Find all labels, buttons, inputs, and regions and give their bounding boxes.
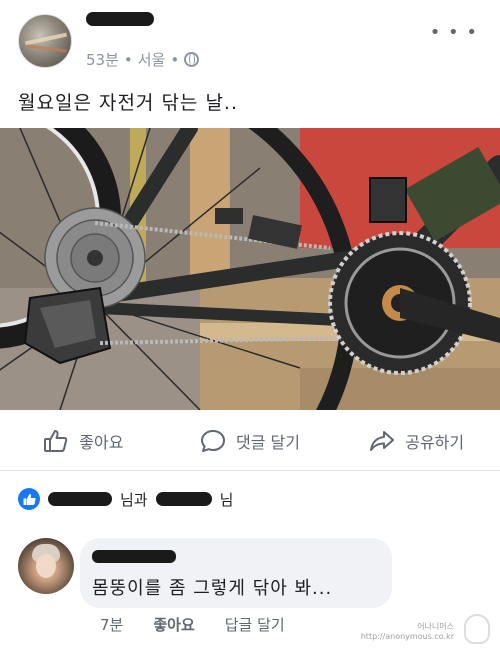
author-avatar[interactable] bbox=[18, 14, 72, 68]
comment-reply-link[interactable]: 답글 달기 bbox=[225, 614, 285, 635]
more-horizontal-icon[interactable]: • • • bbox=[430, 22, 478, 43]
thumbs-up-icon bbox=[44, 430, 68, 452]
post-time[interactable]: 53분 bbox=[86, 49, 119, 70]
post-text: 월요일은 자전거 닦는 날.. bbox=[18, 92, 238, 114]
meta-separator: • bbox=[170, 50, 180, 69]
reactor-suffix-2: 님 bbox=[219, 490, 234, 509]
reactor-name-redacted[interactable] bbox=[48, 492, 112, 506]
share-label: 공유하기 bbox=[405, 433, 465, 452]
meta-separator: • bbox=[123, 50, 133, 69]
comment-like-link[interactable]: 좋아요 bbox=[153, 614, 194, 635]
watermark-line1: 어나니머스 bbox=[417, 622, 454, 631]
share-button[interactable]: 공유하기 bbox=[333, 416, 500, 466]
share-arrow-icon bbox=[370, 431, 395, 451]
like-reaction-icon bbox=[18, 488, 40, 510]
post-location[interactable]: 서울 bbox=[138, 49, 166, 70]
comment-label: 댓글 달기 bbox=[236, 433, 300, 452]
commenter-avatar[interactable] bbox=[18, 538, 74, 594]
comment-button[interactable]: 댓글 달기 bbox=[167, 416, 334, 466]
divider bbox=[0, 470, 500, 471]
globe-icon bbox=[184, 52, 200, 67]
watermark-line2: http://anonymous.co.kr bbox=[360, 632, 454, 641]
post-action-bar: 좋아요 댓글 달기 공유하기 bbox=[0, 416, 500, 466]
comment-text: 몸뚱이를 좀 그렇게 닦아 봐... bbox=[92, 578, 333, 599]
watermark: 어나니머스 http://anonymous.co.kr bbox=[361, 622, 488, 642]
author-name-redacted[interactable] bbox=[86, 12, 154, 26]
comment-actions: 7분 좋아요 답글 달기 bbox=[100, 614, 285, 635]
reactor-suffix-1: 님과 bbox=[120, 490, 148, 509]
reactor-name-redacted[interactable] bbox=[155, 492, 212, 506]
comment-time[interactable]: 7분 bbox=[100, 614, 123, 635]
post-photo[interactable] bbox=[0, 128, 500, 410]
commenter-name-redacted[interactable] bbox=[92, 550, 176, 563]
like-button[interactable]: 좋아요 bbox=[0, 416, 167, 466]
post-meta: 53분 • 서울 • bbox=[86, 49, 200, 70]
post-header: 53분 • 서울 • • • • bbox=[0, 0, 500, 80]
like-label: 좋아요 bbox=[79, 433, 124, 452]
reactions-summary[interactable]: 님과 님 bbox=[18, 486, 233, 512]
comment-bubble-icon bbox=[201, 430, 226, 452]
comment-bubble: 몸뚱이를 좀 그렇게 닦아 봐... bbox=[80, 538, 392, 608]
